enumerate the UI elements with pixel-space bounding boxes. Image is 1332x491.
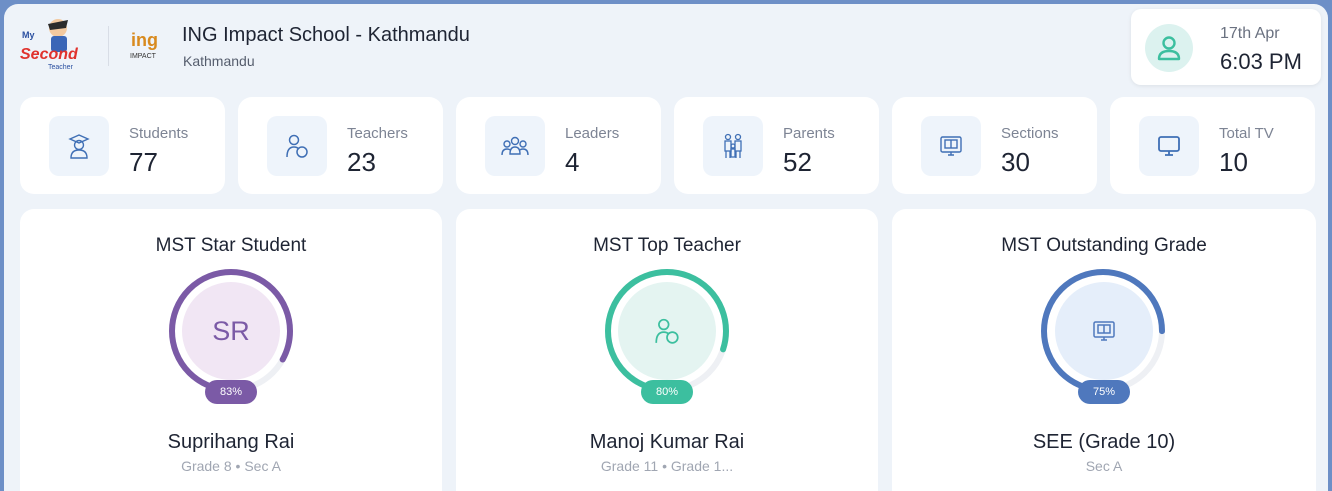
school-city: Kathmandu [183,53,255,69]
stat-label: Sections [1001,125,1059,142]
award-name: Suprihang Rai [167,431,295,453]
stat-label: Teachers [347,125,408,142]
stat-value: 77 [129,147,158,177]
percent-badge: 83% [205,380,257,404]
sections-icon [1093,321,1115,341]
stat-card-parents[interactable]: Parents 52 [674,97,879,194]
stat-value: 23 [347,147,376,177]
percent-badge: 80% [641,380,693,404]
avatar-initials: SR [212,315,250,346]
stat-card-sections[interactable]: Sections 30 [892,97,1097,194]
stat-value: 52 [783,147,812,177]
stat-value: 30 [1001,147,1030,177]
user-icon [1157,36,1181,61]
svg-text:IMPACT: IMPACT [130,53,157,60]
svg-text:ing: ing [131,30,158,50]
parents-icon [703,116,763,176]
stat-value: 10 [1219,147,1248,177]
user-avatar[interactable] [1145,24,1193,72]
svg-text:My: My [22,30,35,40]
teacher-icon [267,116,327,176]
leaders-icon [485,116,545,176]
sections-icon [921,116,981,176]
award-subtitle: Grade 8 • Sec A [181,458,281,474]
percent-badge: 75% [1078,380,1130,404]
stat-label: Leaders [565,125,620,142]
student-icon [49,116,109,176]
header-divider [108,26,109,66]
stat-card-leaders[interactable]: Leaders 4 [456,97,661,194]
school-name: ING Impact School - Kathmandu [182,24,470,46]
award-title: MST Outstanding Grade [1001,235,1207,256]
award-subtitle: Sec A [1085,458,1123,474]
my-second-teacher-logo: My Second Teacher [20,19,79,71]
teacher-icon [655,318,679,344]
svg-text:Second: Second [20,46,79,63]
clock-date: 17th Apr [1220,25,1280,42]
award-name: SEE (Grade 10) [1032,431,1176,453]
avatar-circle [1055,282,1153,380]
award-card-star-student[interactable]: MST Star Student SR 83% Suprihang Rai Gr… [20,209,442,491]
award-name: Manoj Kumar Rai [589,431,745,453]
award-card-outstanding-grade[interactable]: MST Outstanding Grade 75% SEE (Grade 10)… [892,209,1316,491]
stat-label: Total TV [1219,125,1274,142]
award-title: MST Star Student [155,235,307,256]
award-card-top-teacher[interactable]: MST Top Teacher 80% Manoj Kumar Rai Grad… [456,209,878,491]
tv-icon [1139,116,1199,176]
ing-impact-logo: ing IMPACT [130,30,158,60]
avatar-circle: SR [182,282,280,380]
stat-label: Parents [783,125,835,142]
stat-label: Students [129,125,189,142]
clock-time: 6:03 PM [1220,49,1302,74]
clock-card: 17th Apr 6:03 PM [1131,9,1321,85]
award-title: MST Top Teacher [593,235,741,256]
header: My Second Teacher ing IMPACT ING Impact … [4,4,1328,88]
award-subtitle: Grade 11 • Grade 1... [600,458,734,474]
stat-card-total-tv[interactable]: Total TV 10 [1110,97,1315,194]
avatar-circle [618,282,716,380]
stat-card-teachers[interactable]: Teachers 23 [238,97,443,194]
dashboard-frame: My Second Teacher ing IMPACT ING Impact … [4,4,1328,491]
svg-text:Teacher: Teacher [48,64,74,71]
stat-card-students[interactable]: Students 77 [20,97,225,194]
stat-value: 4 [565,147,580,177]
